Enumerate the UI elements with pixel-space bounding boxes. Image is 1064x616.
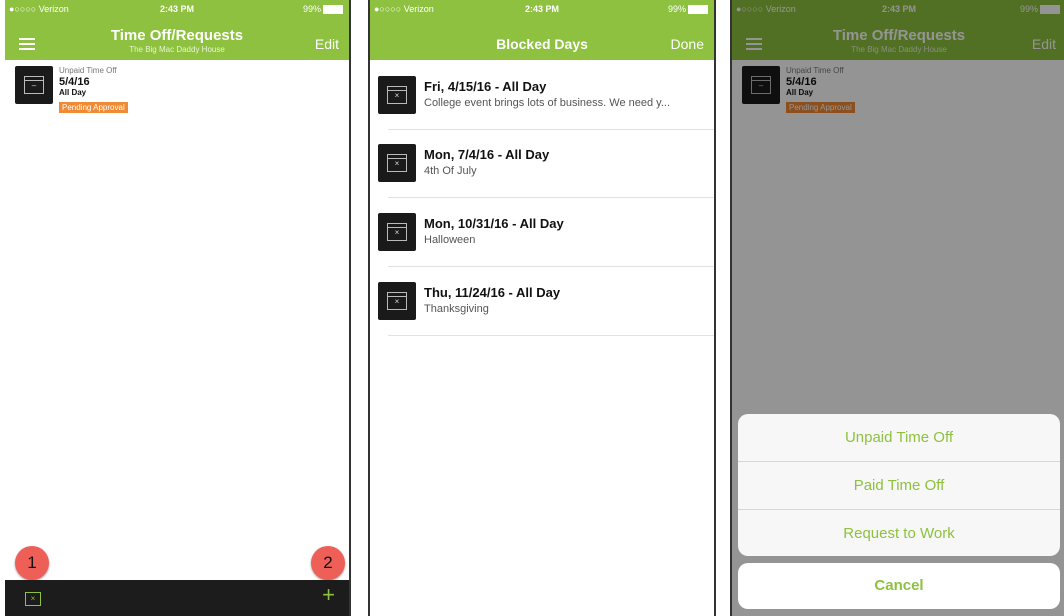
- unpaid-time-off-option[interactable]: Unpaid Time Off: [738, 414, 1060, 462]
- action-sheet: Unpaid Time Off Paid Time Off Request to…: [738, 414, 1060, 556]
- request-to-work-option[interactable]: Request to Work: [738, 510, 1060, 556]
- blocked-day-item[interactable]: × Mon, 7/4/16 - All Day 4th Of July: [370, 130, 714, 198]
- blocked-day-desc: 4th Of July: [424, 165, 477, 177]
- blocked-day-title: Fri, 4/15/16 - All Day: [424, 79, 547, 94]
- clock: 2:43 PM: [524, 4, 559, 14]
- blocked-day-title: Mon, 7/4/16 - All Day: [424, 147, 550, 162]
- status-bar: ●○○○○ Verizon 2:43 PM 99%: [5, 0, 349, 20]
- paid-time-off-option[interactable]: Paid Time Off: [738, 462, 1060, 510]
- blocked-day-desc: Halloween: [424, 234, 476, 246]
- blocked-day-item[interactable]: × Mon, 10/31/16 - All Day Halloween: [370, 199, 714, 267]
- blocked-day-title: Thu, 11/24/16 - All Day: [424, 285, 561, 300]
- clock: 2:43 PM: [159, 4, 194, 14]
- blocked-day-desc: Thanksgiving: [424, 303, 489, 315]
- divider: [388, 266, 714, 267]
- page-title: Blocked Days: [496, 36, 588, 52]
- add-request-button[interactable]: +: [322, 582, 335, 608]
- calendar-x-icon: ×: [378, 213, 416, 251]
- blocked-day-item[interactable]: × Thu, 11/24/16 - All Day Thanksgiving: [370, 268, 714, 336]
- calendar-icon: –: [15, 66, 53, 104]
- battery-label: 99%: [302, 4, 321, 14]
- status-badge: Pending Approval: [59, 102, 128, 113]
- blocked-days-icon[interactable]: ×: [25, 592, 41, 606]
- blocked-day-title: Mon, 10/31/16 - All Day: [424, 216, 564, 231]
- request-date: 5/4/16: [59, 76, 90, 88]
- edit-button[interactable]: Edit: [315, 36, 339, 52]
- done-button[interactable]: Done: [671, 36, 704, 52]
- request-duration: All Day: [59, 88, 87, 97]
- blocked-day-item[interactable]: × Fri, 4/15/16 - All Day College event b…: [370, 62, 714, 130]
- calendar-x-icon: ×: [378, 282, 416, 320]
- page-title: Time Off/Requests: [110, 27, 244, 44]
- battery-icon: [688, 5, 708, 15]
- divider: [388, 335, 714, 336]
- blocked-days-screen: Blocked Days Done ●○○○○ Verizon 2:43 PM …: [368, 0, 716, 616]
- marker-1: 1: [15, 546, 49, 580]
- status-bar: ●○○○○ Verizon 2:43 PM 99%: [370, 0, 714, 20]
- request-type: Unpaid Time Off: [59, 66, 117, 75]
- cancel-button[interactable]: Cancel: [738, 563, 1060, 609]
- marker-2: 2: [311, 546, 345, 580]
- calendar-x-icon: ×: [378, 76, 416, 114]
- divider: [388, 197, 714, 198]
- calendar-x-icon: ×: [378, 144, 416, 182]
- page-subtitle: The Big Mac Daddy House: [129, 45, 225, 54]
- blocked-day-desc: College event brings lots of business. W…: [424, 97, 671, 109]
- battery-label: 99%: [667, 4, 686, 14]
- time-off-action-sheet-screen: Time Off/Requests The Big Mac Daddy Hous…: [730, 0, 1064, 616]
- battery-icon: [323, 5, 343, 15]
- bottom-toolbar: × +: [5, 580, 349, 616]
- time-off-screen: Time Off/Requests The Big Mac Daddy Hous…: [5, 0, 351, 616]
